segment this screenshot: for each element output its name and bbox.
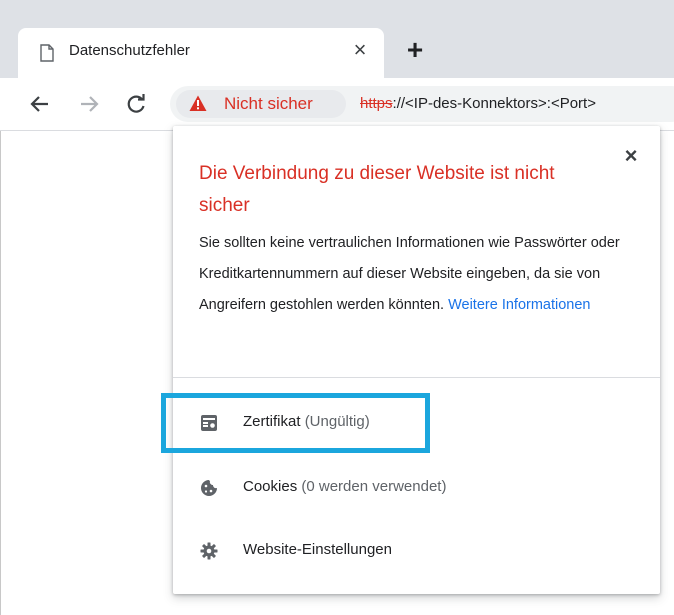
certificate-highlight-box bbox=[161, 393, 430, 453]
back-icon[interactable] bbox=[28, 92, 52, 116]
url-scheme: https bbox=[360, 95, 393, 112]
cookies-count: (0 werden verwendet) bbox=[301, 478, 447, 495]
popup-title: Die Verbindung zu dieser Website ist nic… bbox=[199, 163, 555, 216]
gear-icon bbox=[200, 542, 218, 560]
cookies-row[interactable]: Cookies (0 werden verwendet) bbox=[173, 459, 660, 517]
tab-datenschutzfehler[interactable]: Datenschutzfehler × bbox=[18, 28, 384, 78]
security-chip[interactable]: Nicht sicher bbox=[176, 90, 346, 118]
page-icon bbox=[40, 44, 54, 62]
close-tab-icon[interactable]: × bbox=[349, 39, 371, 61]
site-settings-row[interactable]: Website-Einstellungen bbox=[173, 522, 660, 580]
close-icon[interactable]: × bbox=[617, 142, 645, 170]
site-info-popup: × Die Verbindung zu dieser Website ist n… bbox=[173, 126, 660, 594]
warning-icon bbox=[189, 95, 207, 111]
address-bar[interactable]: Nicht sicher https://<IP-des-Konnektors>… bbox=[170, 86, 674, 122]
popup-divider bbox=[173, 377, 660, 378]
tab-title: Datenschutzfehler bbox=[69, 42, 190, 59]
cookie-icon bbox=[201, 480, 217, 496]
toolbar: Nicht sicher https://<IP-des-Konnektors>… bbox=[0, 78, 674, 131]
reload-icon[interactable] bbox=[124, 92, 148, 116]
new-tab-icon[interactable]: + bbox=[403, 36, 427, 64]
more-info-link[interactable]: Weitere Informationen bbox=[448, 297, 590, 313]
cookies-label: Cookies (0 werden verwendet) bbox=[243, 478, 446, 495]
security-chip-label: Nicht sicher bbox=[224, 94, 313, 113]
site-settings-label: Website-Einstellungen bbox=[243, 541, 392, 558]
tab-strip: Datenschutzfehler × + bbox=[0, 0, 674, 78]
cookies-label-text: Cookies bbox=[243, 478, 298, 495]
popup-description: Sie sollten keine vertraulichen Informat… bbox=[199, 228, 639, 321]
url-text: https://<IP-des-Konnektors>:<Port> bbox=[360, 95, 596, 112]
url-rest: ://<IP-des-Konnektors>:<Port> bbox=[392, 95, 596, 112]
window-left-edge bbox=[0, 131, 1, 615]
forward-icon[interactable] bbox=[77, 92, 101, 116]
